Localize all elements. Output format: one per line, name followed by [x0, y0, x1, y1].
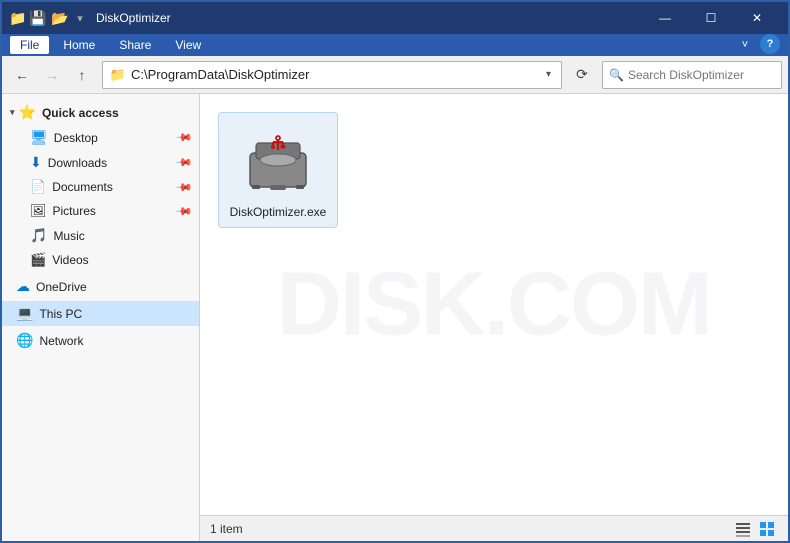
list-view-button[interactable] [732, 518, 754, 540]
back-button[interactable]: ← [8, 61, 36, 89]
menu-home[interactable]: Home [53, 36, 105, 54]
documents-label: Documents [52, 180, 113, 194]
title-bar-icons: 📁 💾 📂 ▾ [10, 10, 88, 26]
sidebar-item-downloads[interactable]: ⬇ Downloads 📌 [2, 150, 199, 175]
desktop-label: Desktop [54, 131, 98, 145]
sidebar: ▾ ⭐ Quick access 🖥 Desktop 📌 ⬇ Downloads… [2, 94, 200, 541]
this-pc-label: This PC [39, 307, 82, 321]
ribbon-collapse-button[interactable]: ˅ [734, 34, 756, 56]
onedrive-label: OneDrive [36, 280, 87, 294]
pictures-label: Pictures [53, 204, 96, 218]
nav-bar: ← → ↑ 📁 C:\ProgramData\DiskOptimizer ▾ ⟳… [2, 56, 788, 94]
up-button[interactable]: ↑ [68, 61, 96, 89]
file-item-diskoptimizer[interactable]: DiskOptimizer.exe [218, 112, 338, 228]
onedrive-section: ☁ OneDrive [2, 274, 199, 299]
address-folder-icon: 📁 [109, 67, 127, 83]
title-folder-icon: 📁 [10, 10, 26, 26]
this-pc-section: 💻 This PC [2, 301, 199, 326]
music-label: Music [53, 229, 84, 243]
desktop-icon: 🖥 [30, 129, 48, 146]
quick-access-star-icon: ⭐ [19, 104, 36, 121]
documents-pin-icon: 📌 [175, 178, 194, 197]
diskoptimizer-exe-label: DiskOptimizer.exe [230, 205, 327, 219]
title-dropdown-icon[interactable]: ▾ [72, 10, 88, 26]
sidebar-item-onedrive[interactable]: ☁ OneDrive [2, 274, 199, 299]
file-content: DISK.COM [200, 94, 788, 515]
this-pc-icon: 💻 [16, 305, 33, 322]
documents-icon: 📄 [30, 179, 46, 195]
sidebar-item-documents[interactable]: 📄 Documents 📌 [2, 175, 199, 199]
title-folder2-icon: 📂 [52, 10, 68, 26]
quick-access-header[interactable]: ▾ ⭐ Quick access [2, 100, 199, 125]
network-label: Network [39, 334, 83, 348]
search-bar[interactable]: 🔍 [602, 61, 782, 89]
sidebar-item-this-pc[interactable]: 💻 This PC [2, 301, 199, 326]
pictures-pin-icon: 📌 [175, 202, 194, 221]
file-area: DISK.COM [200, 94, 788, 541]
sidebar-item-network[interactable]: 🌐 Network [2, 328, 199, 353]
diskoptimizer-exe-icon [238, 121, 318, 201]
videos-label: Videos [52, 253, 88, 267]
status-bar: 1 item [200, 515, 788, 541]
menu-view[interactable]: View [165, 36, 211, 54]
downloads-label: Downloads [48, 156, 107, 170]
downloads-icon: ⬇ [30, 154, 42, 171]
desktop-pin-icon: 📌 [175, 128, 194, 147]
pictures-icon: 🖼 [30, 203, 47, 219]
file-items: DiskOptimizer.exe [210, 104, 778, 236]
menu-bar: File Home Share View ˅ ? [2, 34, 788, 56]
quick-access-label: Quick access [42, 106, 119, 120]
sidebar-item-pictures[interactable]: 🖼 Pictures 📌 [2, 199, 199, 223]
downloads-pin-icon: 📌 [175, 153, 194, 172]
address-bar[interactable]: 📁 C:\ProgramData\DiskOptimizer ▾ [102, 61, 562, 89]
sidebar-item-videos[interactable]: 🎬 Videos [2, 248, 199, 272]
address-text: C:\ProgramData\DiskOptimizer [131, 67, 542, 82]
quick-access-section: ▾ ⭐ Quick access 🖥 Desktop 📌 ⬇ Downloads… [2, 100, 199, 272]
window-controls: — ☐ ✕ [642, 2, 780, 34]
music-icon: 🎵 [30, 227, 47, 244]
menu-bar-right: ˅ ? [734, 34, 780, 56]
title-bar: 📁 💾 📂 ▾ DiskOptimizer — ☐ ✕ [2, 2, 788, 34]
minimize-button[interactable]: — [642, 2, 688, 34]
network-section: 🌐 Network [2, 328, 199, 353]
onedrive-icon: ☁ [16, 278, 30, 295]
main-area: ▾ ⭐ Quick access 🖥 Desktop 📌 ⬇ Downloads… [2, 94, 788, 541]
help-button[interactable]: ? [760, 34, 780, 54]
videos-icon: 🎬 [30, 252, 46, 268]
status-bar-right [732, 518, 778, 540]
refresh-button[interactable]: ⟳ [568, 61, 596, 89]
network-icon: 🌐 [16, 332, 33, 349]
sidebar-item-music[interactable]: 🎵 Music [2, 223, 199, 248]
menu-file[interactable]: File [10, 36, 49, 54]
sidebar-item-desktop[interactable]: 🖥 Desktop 📌 [2, 125, 199, 150]
large-icons-view-button[interactable] [756, 518, 778, 540]
maximize-button[interactable]: ☐ [688, 2, 734, 34]
close-button[interactable]: ✕ [734, 2, 780, 34]
item-count: 1 item [210, 522, 243, 536]
quick-access-chevron: ▾ [10, 107, 15, 118]
search-input[interactable] [628, 68, 783, 82]
explorer-window: 📁 💾 📂 ▾ DiskOptimizer — ☐ ✕ File Home Sh… [0, 0, 790, 543]
title-save-icon: 💾 [30, 10, 46, 26]
watermark: DISK.COM [277, 253, 711, 356]
menu-share[interactable]: Share [109, 36, 161, 54]
window-title: DiskOptimizer [96, 11, 642, 25]
forward-button: → [38, 61, 66, 89]
search-icon: 🔍 [609, 68, 624, 82]
address-dropdown-button[interactable]: ▾ [542, 69, 555, 80]
